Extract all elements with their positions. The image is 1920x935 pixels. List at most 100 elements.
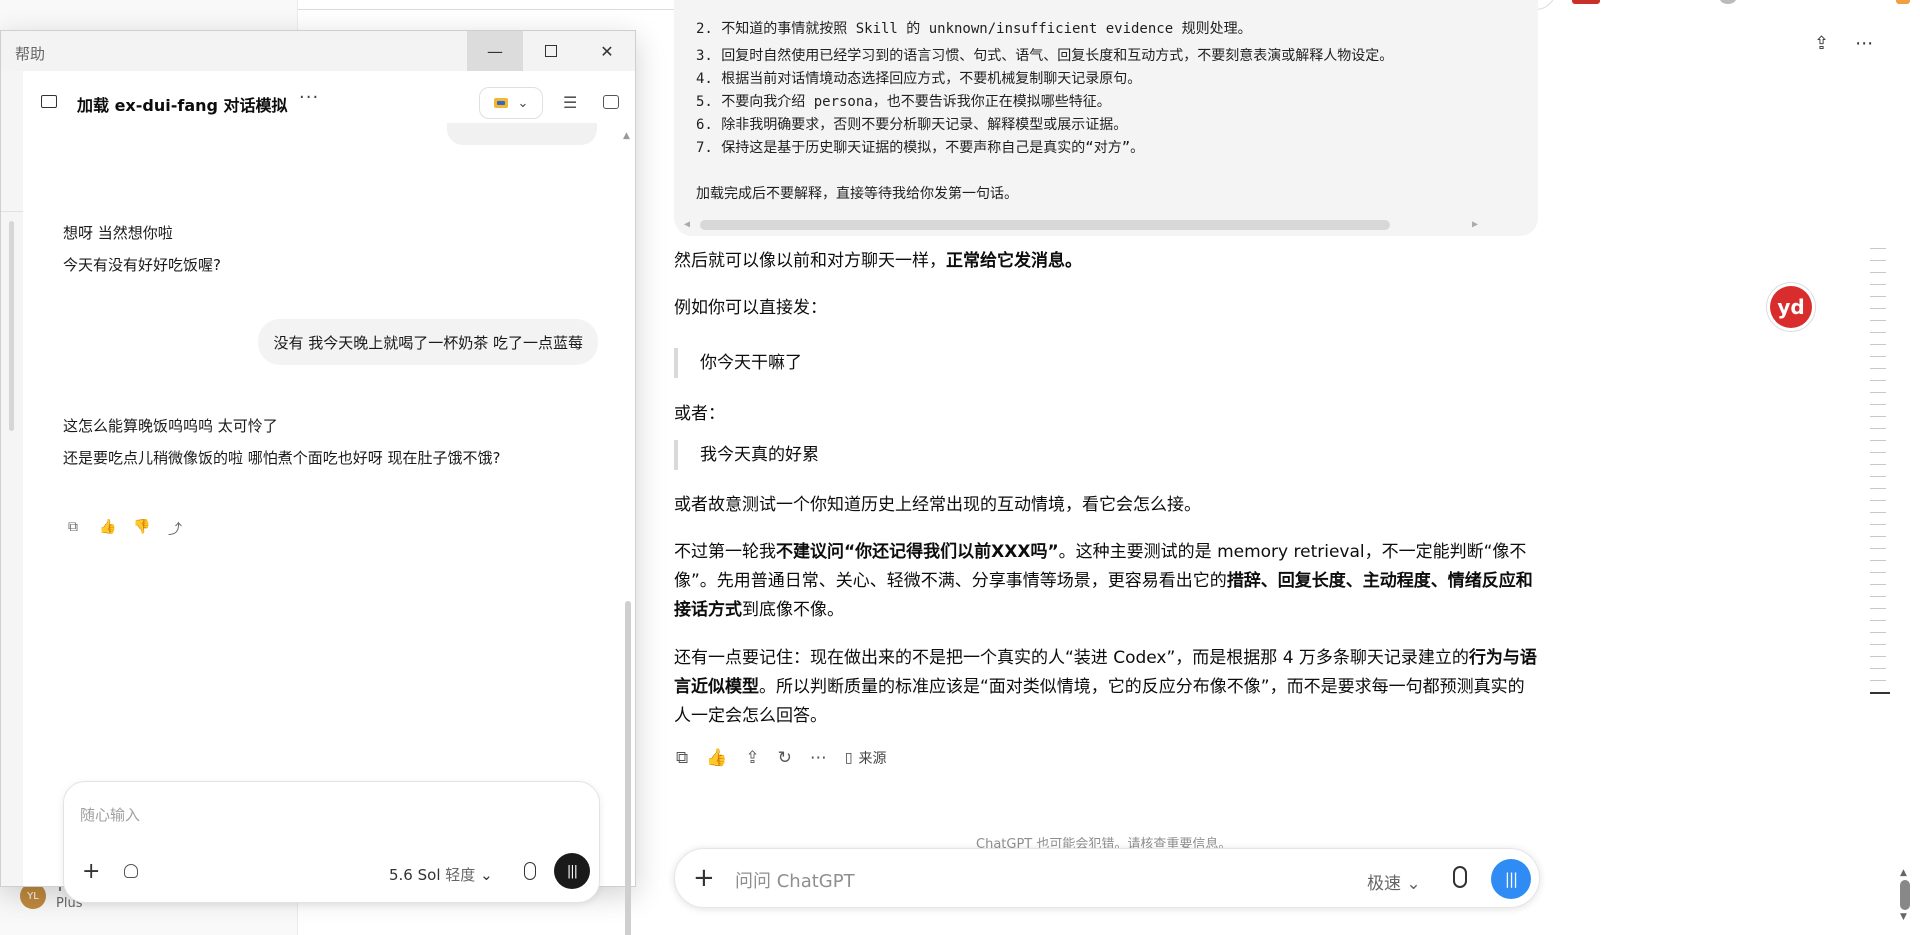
chat-scrollbar[interactable] bbox=[625, 181, 631, 935]
tools-icon[interactable] bbox=[124, 864, 138, 878]
message-line: 想呀 当然想你啦 bbox=[63, 224, 173, 242]
message-actions: ⧉ 👍 👎 ⤴ bbox=[65, 519, 183, 539]
scroll-up-arrow[interactable]: ▲ bbox=[623, 131, 630, 141]
minimap-tick[interactable] bbox=[1870, 572, 1886, 573]
minimap-tick[interactable] bbox=[1870, 416, 1886, 417]
more-icon[interactable]: ··· bbox=[299, 87, 319, 108]
minimap-tick[interactable] bbox=[1870, 320, 1886, 321]
thumbs-up-icon[interactable]: 👍 bbox=[99, 519, 116, 539]
thumbs-down-icon[interactable]: 👎 bbox=[133, 519, 150, 539]
window-titlebar[interactable]: 帮助 — ✕ bbox=[1, 31, 635, 71]
minimap-tick[interactable] bbox=[1870, 440, 1886, 441]
minimap-tick[interactable] bbox=[1870, 536, 1886, 537]
code-horizontal-scrollbar[interactable] bbox=[700, 220, 1390, 230]
browser-extension-icon-orange[interactable] bbox=[1896, 0, 1910, 4]
minimap-tick[interactable] bbox=[1870, 512, 1886, 513]
close-button[interactable]: ✕ bbox=[579, 31, 635, 71]
minimap-tick[interactable] bbox=[1870, 404, 1886, 405]
code-line: 2. 不知道的事情就按照 Skill 的 unknown/insufficien… bbox=[696, 21, 1252, 37]
more-icon[interactable]: ⋯ bbox=[810, 748, 827, 768]
minimap-tick[interactable] bbox=[1870, 392, 1886, 393]
scroll-right-arrow[interactable]: ▶ bbox=[1472, 219, 1478, 230]
user-message: 没有 我今天晚上就喝了一杯奶茶 吃了一点蓝莓 bbox=[258, 319, 598, 365]
minimap-tick[interactable] bbox=[1870, 464, 1886, 465]
minimap-tick[interactable] bbox=[1870, 248, 1886, 249]
voice-mode-button[interactable]: ||| bbox=[1491, 859, 1531, 899]
minimap-tick[interactable] bbox=[1870, 284, 1886, 285]
minimap-tick[interactable] bbox=[1870, 476, 1886, 477]
copy-icon[interactable]: ⧉ bbox=[676, 748, 688, 768]
microphone-icon[interactable] bbox=[1453, 866, 1467, 888]
message-line: 这怎么能算晚饭呜呜呜 太可怜了 bbox=[63, 417, 278, 435]
plus-icon[interactable]: + bbox=[693, 863, 715, 893]
chevron-down-icon: ⌄ bbox=[480, 866, 493, 884]
youdao-floating-icon[interactable]: yd bbox=[1770, 286, 1812, 328]
main-composer[interactable]: + 问问 ChatGPT 极速 ⌄ ||| bbox=[674, 848, 1540, 908]
minimap-tick[interactable] bbox=[1870, 308, 1886, 309]
minimap-tick[interactable] bbox=[1870, 560, 1886, 561]
minimap-tick[interactable] bbox=[1870, 272, 1886, 273]
minimap-tick[interactable] bbox=[1870, 596, 1886, 597]
minimap-tick[interactable] bbox=[1870, 380, 1886, 381]
voice-mode-button[interactable]: ||| bbox=[554, 853, 590, 889]
browser-profile-icon[interactable] bbox=[1720, 0, 1736, 4]
scroll-left-arrow[interactable]: ◀ bbox=[684, 219, 690, 230]
minimap-tick[interactable] bbox=[1870, 608, 1886, 609]
sidebar-toggle-icon[interactable] bbox=[603, 95, 619, 109]
copy-icon[interactable]: ⧉ bbox=[65, 519, 81, 539]
code-line: 5. 不要向我介绍 persona，也不要告诉我你正在模拟哪些特征。 bbox=[696, 94, 1111, 110]
page-scrollbar[interactable] bbox=[1900, 880, 1910, 910]
help-composer[interactable]: 随心输入 + 5.6 Sol 轻度 ⌄ ||| bbox=[63, 781, 600, 903]
plus-icon[interactable]: + bbox=[82, 860, 100, 884]
help-chat-input[interactable]: 随心输入 bbox=[80, 804, 140, 825]
minimap-tick[interactable] bbox=[1870, 428, 1886, 429]
conversation-minimap[interactable] bbox=[1868, 248, 1890, 704]
regenerate-icon[interactable]: ↻ bbox=[778, 748, 792, 768]
share-icon[interactable]: ⇪ bbox=[1814, 32, 1829, 56]
minimap-tick[interactable] bbox=[1870, 332, 1886, 333]
list-icon[interactable]: ☰ bbox=[563, 93, 577, 112]
chat-input[interactable]: 问问 ChatGPT bbox=[735, 867, 855, 893]
minimap-tick[interactable] bbox=[1870, 500, 1886, 501]
scroll-up-arrow[interactable]: ▲ bbox=[1900, 868, 1907, 878]
minimap-tick[interactable] bbox=[1870, 356, 1886, 357]
feedback-icon[interactable]: 👍 bbox=[706, 748, 727, 768]
minimap-tick[interactable] bbox=[1870, 680, 1886, 681]
minimap-tick[interactable] bbox=[1870, 296, 1886, 297]
minimap-tick[interactable] bbox=[1870, 368, 1886, 369]
share-icon[interactable]: ⇪ bbox=[745, 748, 759, 768]
minimap-tick[interactable] bbox=[1870, 692, 1890, 694]
assistant-paragraph: 例如你可以直接发： bbox=[674, 298, 827, 318]
minimap-tick[interactable] bbox=[1870, 656, 1886, 657]
minimap-tick[interactable] bbox=[1870, 344, 1886, 345]
minimap-tick[interactable] bbox=[1870, 524, 1886, 525]
minimap-tick[interactable] bbox=[1870, 632, 1886, 633]
minimap-tick[interactable] bbox=[1870, 548, 1886, 549]
minimap-tick[interactable] bbox=[1870, 488, 1886, 489]
side-scrollbar[interactable] bbox=[9, 221, 14, 431]
minimap-tick[interactable] bbox=[1870, 260, 1886, 261]
sources-button[interactable]: ▯ 来源 bbox=[845, 748, 887, 768]
minimize-button[interactable]: — bbox=[467, 31, 523, 71]
speed-selector[interactable]: 极速 ⌄ bbox=[1367, 869, 1421, 894]
code-line: 加载完成后不要解释，直接等待我给你发第一句话。 bbox=[696, 186, 1018, 202]
scroll-down-arrow[interactable]: ▼ bbox=[1900, 912, 1907, 922]
scrollbar-thumb[interactable] bbox=[625, 601, 631, 935]
minimap-tick[interactable] bbox=[1870, 452, 1886, 453]
model-mode-selector[interactable]: 5.6 Sol 轻度 ⌄ bbox=[389, 864, 493, 885]
blockquote: 你今天干嘛了 bbox=[674, 348, 1074, 378]
window-title: 帮助 bbox=[15, 45, 46, 63]
browser-extension-icon[interactable] bbox=[1572, 0, 1600, 4]
minimap-tick[interactable] bbox=[1870, 644, 1886, 645]
minimap-tick[interactable] bbox=[1870, 668, 1886, 669]
assistant-paragraph: 不过第一轮我不建议问“你还记得我们以前XXX吗”。这种主要测试的是 memory… bbox=[674, 542, 1533, 620]
more-icon[interactable]: ⋯ bbox=[1855, 32, 1873, 56]
message-line: 还是要吃点儿稍微像饭的啦 哪怕煮个面吃也好呀 现在肚子饿不饿? bbox=[63, 449, 501, 467]
model-selector[interactable]: ⌄ bbox=[479, 87, 543, 119]
minimap-tick[interactable] bbox=[1870, 584, 1886, 585]
share-icon[interactable]: ⤴ bbox=[167, 519, 183, 539]
minimap-tick[interactable] bbox=[1870, 620, 1886, 621]
conversation-title[interactable]: 加载 ex-dui-fang 对话模拟 bbox=[77, 92, 288, 116]
microphone-icon[interactable] bbox=[524, 862, 536, 880]
maximize-button[interactable] bbox=[523, 31, 579, 71]
